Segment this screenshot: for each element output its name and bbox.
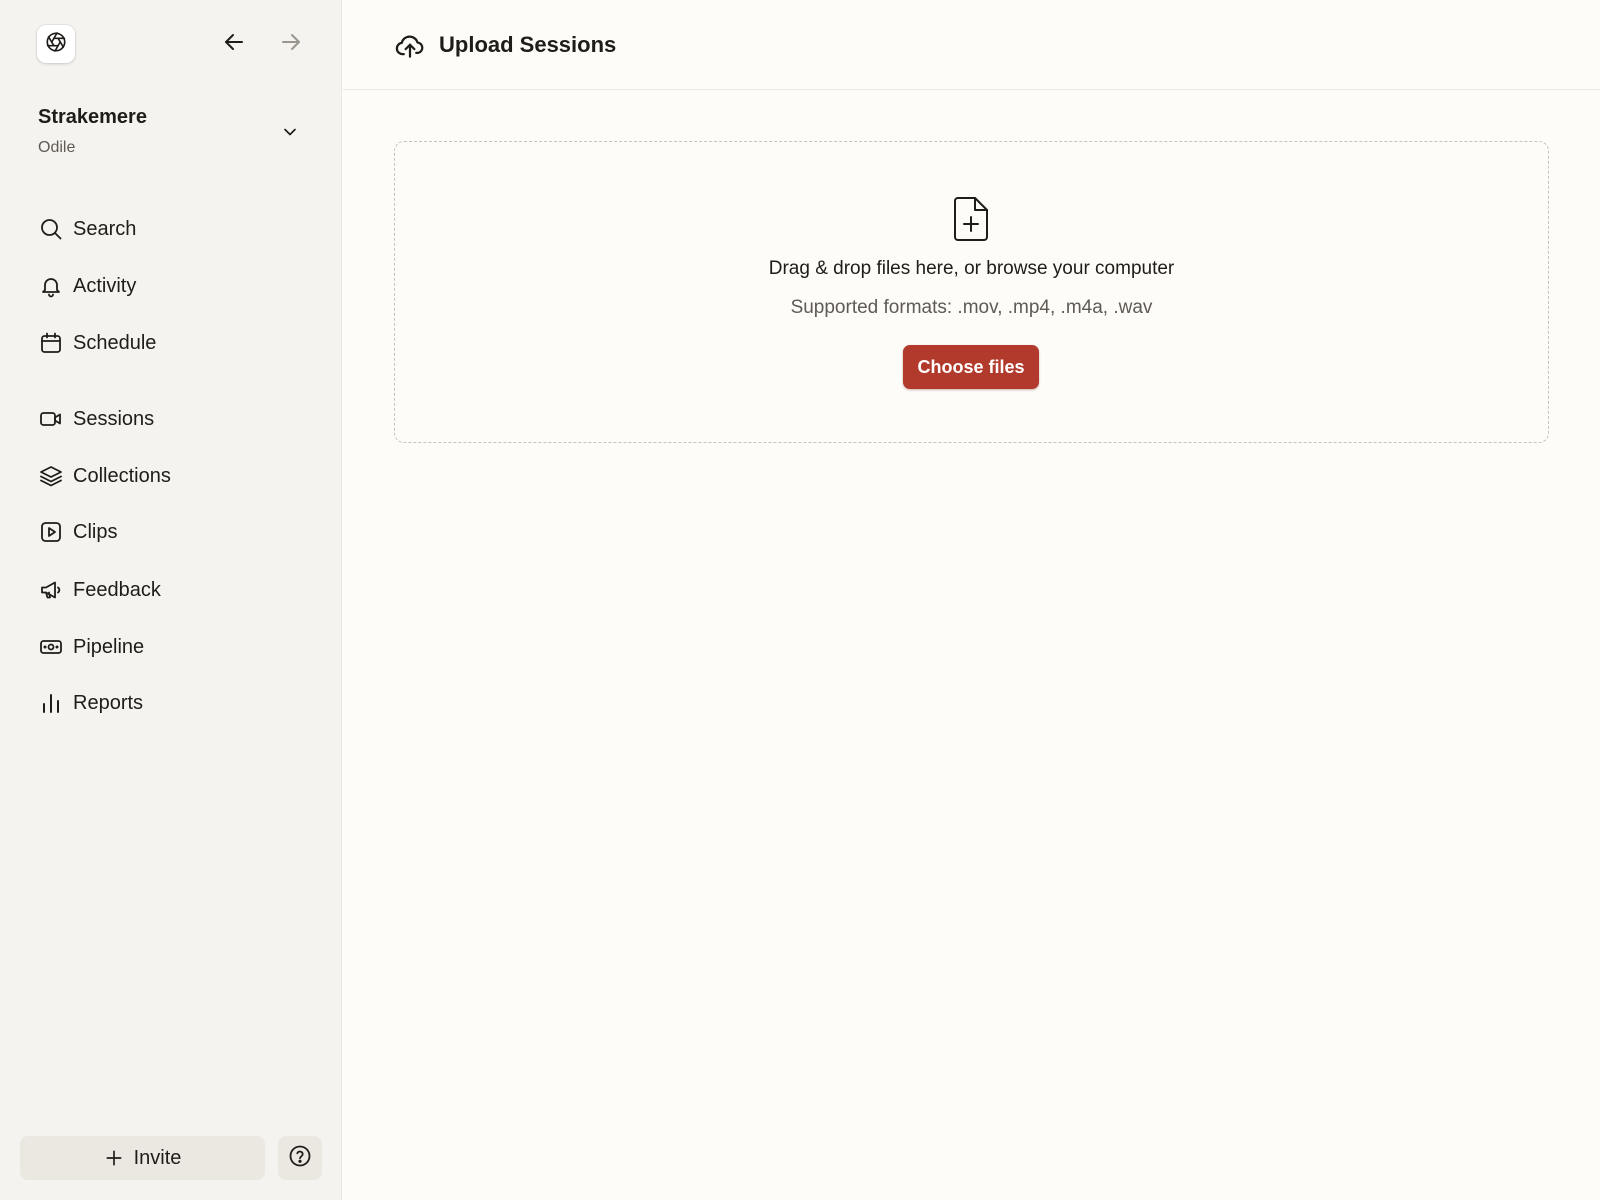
help-button[interactable] [278, 1136, 322, 1180]
arrow-right-icon [279, 30, 303, 59]
arrow-left-icon [222, 30, 246, 59]
play-square-icon [38, 519, 64, 545]
sidebar-item-label: Clips [73, 520, 118, 543]
sidebar-item-label: Schedule [73, 331, 157, 354]
plus-icon [104, 1148, 124, 1168]
aperture-icon [45, 31, 67, 58]
forward-button[interactable] [275, 28, 307, 60]
question-circle-icon [288, 1144, 312, 1173]
sidebar-item-schedule[interactable]: Schedule [28, 321, 318, 365]
workspace-user: Odile [38, 139, 76, 156]
sidebar-item-label: Collections [73, 464, 171, 487]
bar-chart-icon [38, 690, 64, 716]
sidebar-item-label: Activity [73, 274, 137, 297]
supported-formats-text: Supported formats: .mov, .mp4, .m4a, .wa… [790, 297, 1153, 318]
layers-icon [38, 463, 64, 489]
megaphone-icon [38, 577, 64, 603]
search-icon [38, 216, 64, 242]
bell-icon [38, 273, 64, 299]
sidebar-item-collections[interactable]: Collections [28, 454, 318, 498]
money-icon [38, 634, 64, 660]
file-dropzone[interactable]: Drag & drop files here, or browse your c… [394, 141, 1549, 443]
sidebar-item-label: Sessions [73, 407, 155, 430]
choose-files-button[interactable]: Choose files [903, 345, 1039, 389]
workspace-switcher[interactable]: Strakemere Odile [38, 104, 308, 162]
sidebar-item-label: Search [73, 217, 137, 240]
video-camera-icon [38, 406, 64, 432]
chevron-down-icon [278, 120, 302, 144]
sidebar-item-activity[interactable]: Activity [28, 264, 318, 308]
file-plus-icon [949, 194, 993, 244]
sidebar: Strakemere Odile Search Activity Schedul… [0, 0, 342, 1200]
dropzone-title: Drag & drop files here, or browse your c… [768, 258, 1175, 279]
page-header: Upload Sessions [343, 0, 1600, 90]
invite-button[interactable]: Invite [20, 1136, 265, 1180]
sidebar-item-feedback[interactable]: Feedback [28, 568, 318, 612]
sidebar-item-label: Feedback [73, 578, 161, 601]
sidebar-item-label: Pipeline [73, 635, 145, 658]
sidebar-item-clips[interactable]: Clips [28, 510, 318, 554]
sidebar-item-label: Reports [73, 691, 144, 714]
sidebar-item-reports[interactable]: Reports [28, 681, 318, 725]
sidebar-item-sessions[interactable]: Sessions [28, 397, 318, 441]
app-logo-button[interactable] [37, 25, 75, 63]
sidebar-item-search[interactable]: Search [28, 207, 318, 251]
sidebar-item-pipeline[interactable]: Pipeline [28, 625, 318, 669]
invite-label: Invite [133, 1146, 182, 1169]
page-title: Upload Sessions [439, 32, 617, 57]
workspace-name: Strakemere [38, 106, 147, 128]
back-button[interactable] [218, 28, 250, 60]
cloud-upload-icon [394, 30, 426, 62]
calendar-icon [38, 330, 64, 356]
